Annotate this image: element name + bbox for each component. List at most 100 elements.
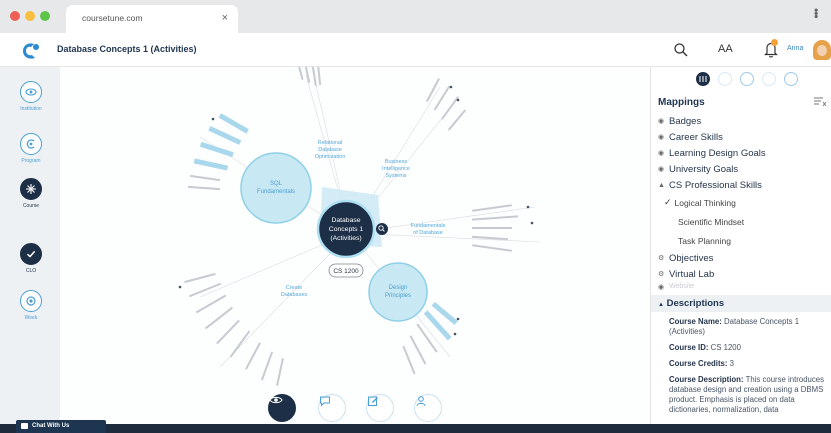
program-icon xyxy=(20,133,42,155)
mappings-title: Mappings xyxy=(658,97,705,108)
rail-label: CLO xyxy=(25,268,37,274)
tab-close-icon[interactable]: × xyxy=(222,11,228,25)
coursetune-logo-icon[interactable] xyxy=(20,41,42,59)
edit-button[interactable] xyxy=(366,394,394,422)
eye-icon xyxy=(269,396,283,404)
mapping-career-skills[interactable]: ◉ Career Skills xyxy=(658,129,828,145)
course-credits-row: Course Credits: 3 xyxy=(669,359,735,368)
node-design-principles[interactable]: Design Principles xyxy=(368,262,428,322)
comments-button[interactable] xyxy=(318,394,346,422)
mapping-objectives[interactable]: ⚙ Objectives xyxy=(658,250,828,266)
radial-item-group-upper-right[interactable] xyxy=(426,78,467,131)
label-create-databases[interactable]: Create Databases xyxy=(281,285,308,298)
rail-label: Course xyxy=(22,203,40,209)
filter-icon[interactable] xyxy=(814,97,826,107)
minimize-window-button[interactable] xyxy=(25,11,35,21)
rail-item-week[interactable]: Week xyxy=(10,290,52,332)
svg-text:Database: Database xyxy=(318,147,342,153)
comment-icon xyxy=(320,396,330,407)
eye-icon[interactable]: ◉ xyxy=(658,117,668,125)
mapping-sub-scientific-mindset[interactable]: Scientific Mindset xyxy=(658,212,828,231)
avatar[interactable] xyxy=(813,40,831,60)
app-window: coursetune.com × ••• Database Concepts 1… xyxy=(0,0,831,433)
week-icon xyxy=(20,290,42,312)
course-desc-row: Course Description: This course introduc… xyxy=(669,375,824,414)
caret-up-icon[interactable]: ▲ xyxy=(658,182,668,189)
radial-item-group-left-upper[interactable] xyxy=(187,113,249,191)
rail-label: Institution xyxy=(20,106,42,112)
label-relational-database-optimization[interactable]: Relational Database Optimization xyxy=(315,140,346,160)
users-button[interactable] xyxy=(414,394,442,422)
eye-icon[interactable]: ◉ xyxy=(658,133,668,141)
label-fundamentals-of-database[interactable]: Fundamentals of Database xyxy=(411,223,446,236)
svg-text:of Database: of Database xyxy=(413,230,443,236)
notifications-button[interactable] xyxy=(762,39,780,59)
svg-text:Business: Business xyxy=(385,159,408,165)
course-id-tag[interactable]: CS 1200 xyxy=(328,263,364,278)
tab-documents[interactable] xyxy=(784,72,798,86)
browser-menu-icon[interactable]: ••• xyxy=(809,8,823,18)
right-sidebar: Mappings ◉ Badges ◉ Career Skills ◉ Learnin… xyxy=(650,67,831,424)
chat-label: Chat With Us xyxy=(32,423,70,429)
rail-label: Program xyxy=(21,158,41,164)
svg-text:Databases: Databases xyxy=(281,292,308,298)
maximize-window-button[interactable] xyxy=(40,11,50,21)
chat-icon xyxy=(21,423,28,429)
checkmark-icon: ✓ xyxy=(664,197,672,207)
level-rail: Institution Program Course CLO Week xyxy=(0,67,60,424)
gear-icon[interactable]: ⚙ xyxy=(658,254,668,262)
svg-text:Systems: Systems xyxy=(385,173,406,179)
user-icon xyxy=(416,396,426,407)
mapping-cs-professional-skills[interactable]: ▲ CS Professional Skills xyxy=(658,177,828,193)
node-label: Principles xyxy=(385,293,411,299)
browser-tab-bar: coursetune.com × ••• xyxy=(0,0,831,33)
app-header: Database Concepts 1 (Activities) AA Anna xyxy=(0,33,831,67)
page-title: Database Concepts 1 (Activities) xyxy=(57,44,197,54)
course-icon xyxy=(20,178,42,200)
center-label: (Activities) xyxy=(330,235,361,242)
rail-item-course[interactable]: Course xyxy=(10,178,52,220)
rail-item-institution[interactable]: Institution xyxy=(10,81,52,123)
institution-icon xyxy=(20,81,42,103)
search-icon[interactable] xyxy=(672,41,690,59)
map-icon xyxy=(699,76,707,82)
sidebar-tab-row xyxy=(651,67,831,93)
tab-secondary[interactable] xyxy=(718,72,732,86)
tab-links[interactable] xyxy=(762,72,776,86)
user-name[interactable]: Anna xyxy=(787,45,803,52)
eye-icon[interactable]: ◉ xyxy=(658,283,668,291)
close-window-button[interactable] xyxy=(10,11,20,21)
course-map-canvas[interactable]: SQL Fundamentals Design Principles Datab… xyxy=(60,67,650,424)
center-label: Concepts 1 xyxy=(329,226,364,233)
eye-icon[interactable]: ◉ xyxy=(658,149,668,157)
mapping-learning-design-goals[interactable]: ◉ Learning Design Goals xyxy=(658,145,828,161)
edit-icon xyxy=(368,396,378,406)
caret-up-icon: ▲ xyxy=(658,302,664,308)
mapping-virtual-lab[interactable]: ⚙ Virtual Lab xyxy=(658,266,828,282)
tab-mappings[interactable] xyxy=(696,72,710,86)
tab-targets[interactable] xyxy=(740,72,754,86)
node-sql-fundamentals[interactable]: SQL Fundamentals xyxy=(240,152,312,224)
font-size-button[interactable]: AA xyxy=(718,43,733,55)
radial-item-group-left-lower[interactable] xyxy=(178,272,284,386)
descriptions-header[interactable]: ▲ Descriptions xyxy=(651,295,831,312)
chat-with-us-button[interactable]: Chat With Us xyxy=(16,420,106,433)
mapping-website[interactable]: ◉ Website xyxy=(658,282,828,291)
node-label: Design xyxy=(389,285,408,291)
rail-item-program[interactable]: Program xyxy=(10,133,52,175)
mapping-sub-logical-thinking[interactable]: ✓ Logical Thinking xyxy=(658,193,828,212)
browser-tab[interactable]: coursetune.com × xyxy=(66,5,238,33)
mapping-sub-task-planning[interactable]: Task Planning xyxy=(658,231,828,250)
course-description: Course Name: Database Concepts 1 (Activi… xyxy=(669,317,829,421)
radial-item-group-top[interactable] xyxy=(296,67,322,87)
gear-icon[interactable]: ⚙ xyxy=(658,270,668,278)
eye-icon[interactable]: ◉ xyxy=(658,165,668,173)
zoom-icon[interactable] xyxy=(376,223,388,235)
rail-item-clo[interactable]: CLO xyxy=(10,243,52,285)
node-center-course[interactable]: Database Concepts 1 (Activities) xyxy=(316,199,376,259)
mapping-university-goals[interactable]: ◉ University Goals xyxy=(658,161,828,177)
view-button[interactable] xyxy=(268,394,296,422)
mapping-badges[interactable]: ◉ Badges xyxy=(658,113,828,129)
notification-badge xyxy=(771,39,778,46)
label-business-intelligence-systems[interactable]: Business Intelligence Systems xyxy=(382,159,410,179)
